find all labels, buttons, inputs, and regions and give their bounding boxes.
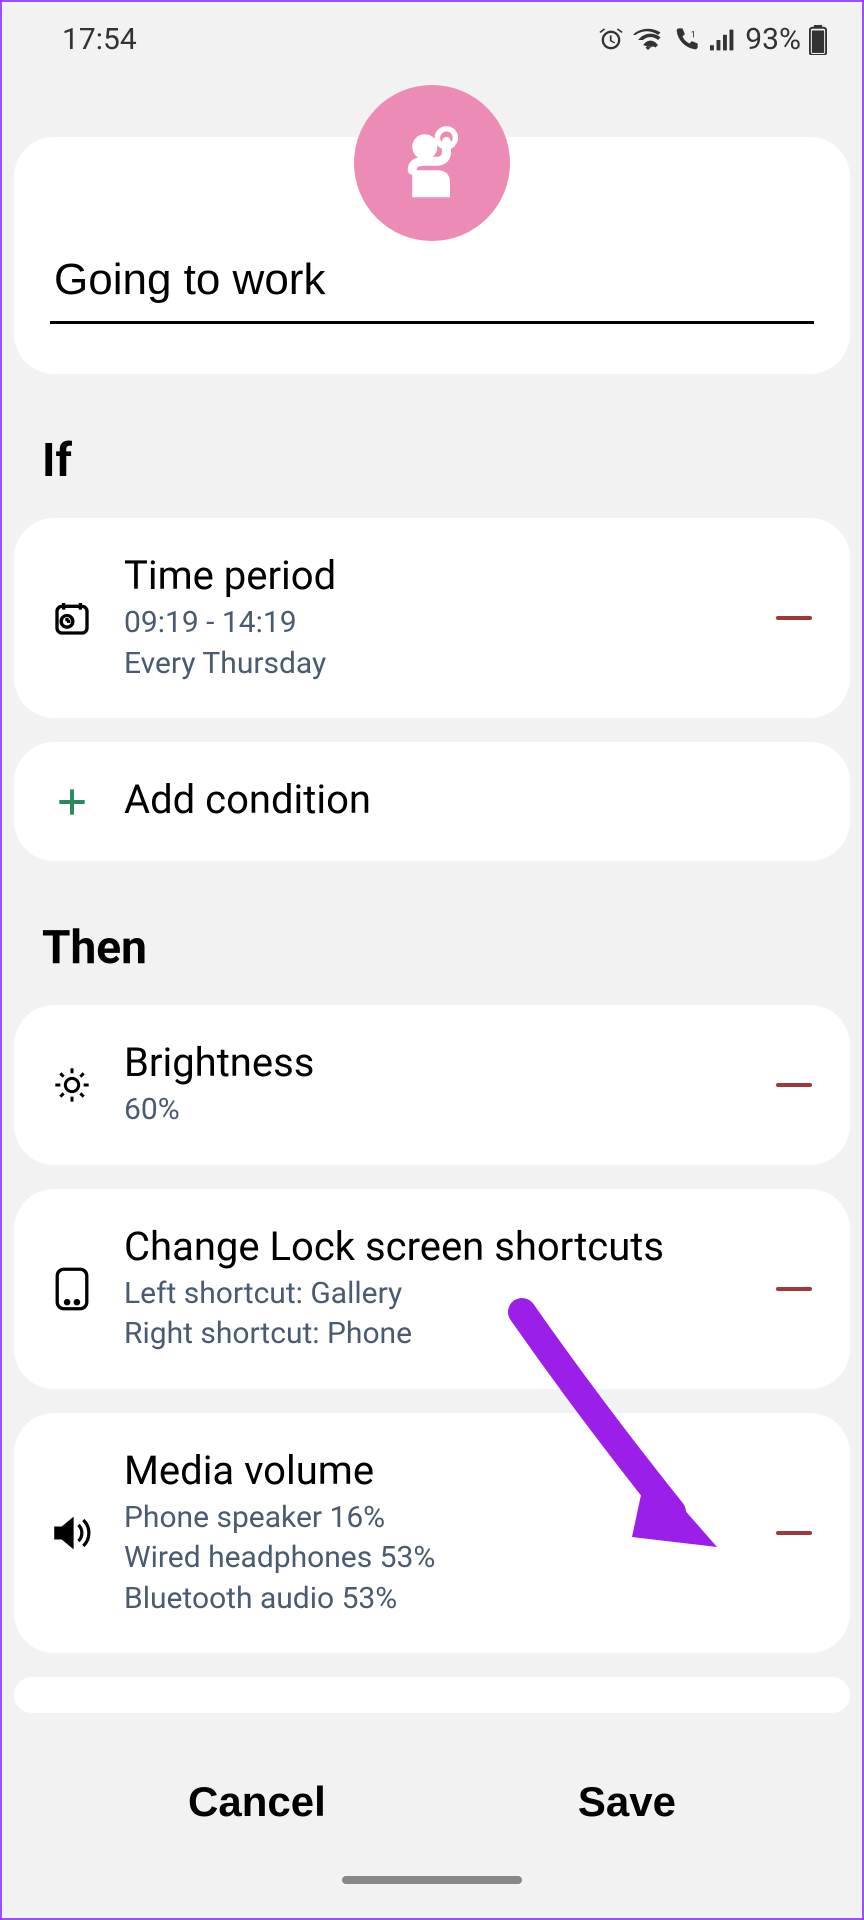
battery-icon	[809, 25, 827, 55]
svg-text:1: 1	[691, 29, 696, 40]
wifi-icon	[633, 27, 663, 53]
action-title: Media volume	[124, 1447, 744, 1494]
partial-next-card	[14, 1677, 850, 1713]
cancel-button[interactable]: Cancel	[148, 1758, 366, 1846]
action-speaker: Phone speaker 16%	[124, 1498, 744, 1539]
condition-time: 09:19 - 14:19	[124, 603, 744, 644]
action-media-volume[interactable]: Media volume Phone speaker 16% Wired hea…	[14, 1413, 850, 1654]
action-title: Brightness	[124, 1039, 744, 1086]
calendar-icon	[50, 598, 94, 638]
signal-icon	[709, 27, 737, 53]
remove-condition-button[interactable]	[774, 598, 814, 638]
add-condition-label: Add condition	[124, 776, 814, 823]
tablet-icon	[50, 1266, 94, 1312]
condition-time-period[interactable]: Time period 09:19 - 14:19 Every Thursday	[14, 518, 850, 718]
bottom-bar: Cancel Save	[2, 1728, 862, 1918]
status-icons: 1 93%	[597, 22, 827, 57]
alarm-icon	[597, 26, 625, 54]
remove-action-button[interactable]	[774, 1513, 814, 1553]
action-lock-screen-shortcuts[interactable]: Change Lock screen shortcuts Left shortc…	[14, 1189, 850, 1389]
if-section-header: If	[42, 434, 822, 488]
battery-percent: 93%	[745, 22, 801, 57]
action-wired: Wired headphones 53%	[124, 1538, 744, 1579]
action-left-shortcut: Left shortcut: Gallery	[124, 1274, 744, 1315]
routine-name-input[interactable]	[50, 247, 814, 324]
status-bar: 17:54 1 93%	[2, 2, 862, 67]
call-icon: 1	[671, 26, 701, 54]
remove-action-button[interactable]	[774, 1269, 814, 1309]
plus-icon	[50, 783, 94, 821]
commute-icon	[387, 118, 477, 208]
action-bluetooth: Bluetooth audio 53%	[124, 1579, 744, 1620]
condition-repeat: Every Thursday	[124, 644, 744, 685]
action-value: 60%	[124, 1090, 744, 1131]
then-section-header: Then	[42, 921, 822, 975]
volume-icon	[50, 1513, 94, 1553]
condition-title: Time period	[124, 552, 744, 599]
status-time: 17:54	[62, 22, 137, 57]
action-title: Change Lock screen shortcuts	[124, 1223, 744, 1270]
action-right-shortcut: Right shortcut: Phone	[124, 1314, 744, 1355]
save-button[interactable]: Save	[538, 1758, 716, 1846]
nav-handle[interactable]	[342, 1876, 522, 1884]
brightness-icon	[50, 1065, 94, 1105]
action-brightness[interactable]: Brightness 60%	[14, 1005, 850, 1165]
remove-action-button[interactable]	[774, 1065, 814, 1105]
routine-icon-button[interactable]	[354, 85, 510, 241]
add-condition-button[interactable]: Add condition	[14, 742, 850, 861]
